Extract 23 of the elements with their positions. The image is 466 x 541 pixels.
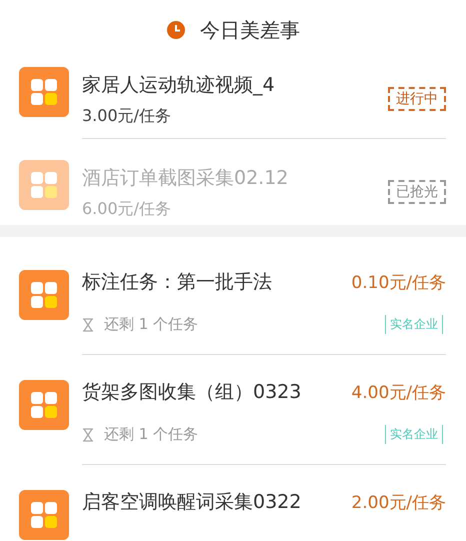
task-title[interactable]: 家居人运动轨迹视频_4 <box>82 72 275 98</box>
task-price: 2.00元/任务 <box>351 492 446 514</box>
remaining-count: 还剩 1 个任务 <box>104 315 198 334</box>
app-icon <box>19 67 69 117</box>
task-price: 3.00元/任务 <box>82 106 172 126</box>
verified-tag: 实名企业 <box>385 315 443 334</box>
task-title[interactable]: 启客空调唤醒词采集0322 <box>82 489 302 515</box>
app-icon <box>19 380 69 430</box>
status-badge: 已抢光 <box>388 180 446 204</box>
status-badge: 进行中 <box>388 87 446 111</box>
verified-tag: 实名企业 <box>385 425 443 444</box>
task-title[interactable]: 标注任务：第一批手法 <box>82 269 272 295</box>
app-icon <box>19 270 69 320</box>
section-title: 今日美差事 <box>200 16 300 44</box>
hourglass-icon <box>82 428 94 442</box>
remaining-count: 还剩 1 个任务 <box>104 425 198 444</box>
app-icon <box>19 160 69 210</box>
task-price: 6.00元/任务 <box>82 198 172 220</box>
task-price: 4.00元/任务 <box>351 382 446 404</box>
clock-icon <box>166 20 186 40</box>
hourglass-icon <box>82 318 94 332</box>
task-title[interactable]: 货架多图收集（组）0323 <box>82 379 302 405</box>
task-price: 0.10元/任务 <box>351 272 446 294</box>
